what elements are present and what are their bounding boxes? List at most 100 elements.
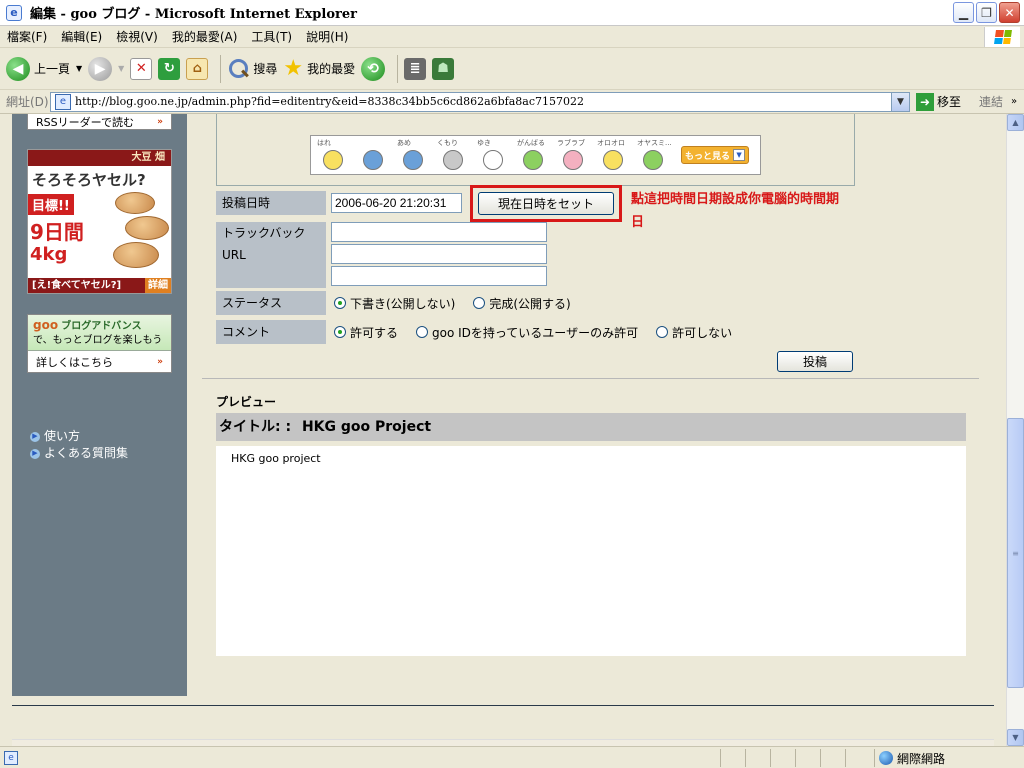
search-label: 搜尋 [253,62,278,76]
security-zone: 網際網路 [874,749,1024,767]
home-icon: ⌂ [186,57,209,80]
menu-favorites[interactable]: 我的最愛(A) [165,28,245,45]
search-button[interactable]: 搜尋 [227,58,277,80]
menu-view[interactable]: 檢視(V) [109,28,165,45]
menu-bar: 檔案(F) 編輯(E) 檢視(V) 我的最愛(A) 工具(T) 說明(H) [0,26,1024,48]
links-label[interactable]: 連結 [979,93,1003,110]
emoji-snow[interactable]: ゆき [475,138,511,172]
ad-headline: そろそろヤセル? [32,171,146,189]
ie-page-icon: e [6,4,22,21]
comment-goo-only-label: goo IDを持っているユーザーのみ許可 [432,325,639,340]
address-label: 網址(D) [6,95,49,109]
comment-deny-radio[interactable]: 許可しない [656,324,732,341]
emoji-rain[interactable]: あめ [395,138,431,172]
date-input[interactable] [331,193,462,213]
home-button[interactable]: ⌂ [186,57,209,80]
emoji-love[interactable]: ラブラブ [555,138,591,172]
set-current-time-button[interactable]: 現在日時をセット [478,192,614,215]
status-publish-radio[interactable]: 完成(公開する) [473,295,571,312]
address-input[interactable]: e http://blog.goo.ne.jp/admin.php?fid=ed… [50,91,910,112]
radio-icon [656,326,669,338]
scroll-up-arrow-icon[interactable]: ▲ [1007,114,1024,131]
comment-goo-only-radio[interactable]: goo IDを持っているユーザーのみ許可 [416,324,638,341]
dropdown-arrow-icon: ▼ [733,149,746,161]
ad-footer: [え!食べてヤセル?] 詳細 [28,278,171,293]
history-button[interactable]: ⟲ [361,56,386,81]
favorites-button[interactable]: ★ 我的最愛 [283,55,356,81]
refresh-button[interactable]: ↻ [158,57,181,80]
window-title: 編集 - goo ブログ - Microsoft Internet Explor… [30,7,357,22]
toolbar-separator [397,54,399,83]
status-publish-label: 完成(公開する) [489,296,571,311]
emoji-worried[interactable]: オロオロ [595,138,631,172]
ad-days: 9日間 [30,220,84,244]
preview-title-bar: タイトル: : HKG goo Project [216,413,966,441]
forward-button[interactable]: ▶ ▼ [88,56,124,81]
search-icon [227,58,249,80]
date-row: 投稿日時 [216,191,462,215]
advance-details-link[interactable]: 詳しくはこちら » [28,351,171,373]
comment-label: コメント [216,320,326,344]
preview-heading: プレビュー [216,395,277,409]
umbrella-face-icon [403,150,423,170]
scroll-down-arrow-icon[interactable]: ▼ [1007,729,1024,746]
blog-advance-banner[interactable]: goo ブログアドバンス で、もっとブログを楽しもう [28,315,171,351]
emoji-sunny[interactable]: はれ [315,138,351,172]
menu-tools[interactable]: 工具(T) [244,28,299,45]
ad-footer-text: [え!食べてヤセル?] [32,280,122,291]
menu-help[interactable]: 說明(H) [299,28,355,45]
ad-detail[interactable]: 詳細 [145,278,171,293]
go-button[interactable]: ➜ 移至 [916,92,961,111]
sidebar: RSSリーダーで読む » 大豆 畑 そろそろヤセル? 目標!! 9日間 4kg … [12,114,187,696]
vertical-scrollbar[interactable]: ▲ ≡ ▼ [1006,114,1024,746]
comment-allow-radio[interactable]: 許可する [334,324,398,341]
emoji-sleep[interactable]: オヤスミ... [635,138,672,172]
forward-arrow-icon: ▶ [88,56,113,81]
trackback-url-input-2[interactable] [331,244,547,264]
radio-selected-icon [334,326,346,338]
emoji-ganbaru[interactable]: がんばる [515,138,551,172]
media-button[interactable]: ≣ [404,57,427,80]
minimize-button[interactable]: ▁ [953,2,974,23]
stop-button[interactable]: ✕ [130,57,153,80]
trackback-row: トラックバック URL [216,222,547,288]
maximize-button[interactable]: ❐ [976,2,997,23]
rss-reader-link[interactable]: RSSリーダーで読む » [27,114,172,130]
forward-dropdown-icon[interactable]: ▼ [118,64,124,73]
emoji-cloudy[interactable]: くもり [435,138,471,172]
scroll-thumb[interactable]: ≡ [1007,418,1024,688]
more-emoji-label: もっと見る [685,151,731,162]
faq-link[interactable]: ▶ よくある質問集 [30,445,128,462]
back-label: 上一頁 [34,62,71,76]
links-chevron-icon[interactable]: » [1011,96,1017,107]
usage-link[interactable]: ▶ 使い方 [30,428,128,445]
more-emoji-button[interactable]: もっと見る ▼ [681,146,750,164]
back-dropdown-icon[interactable]: ▼ [76,64,82,73]
address-dropdown-icon[interactable]: ▼ [891,92,909,111]
emoji-storm[interactable] [355,138,391,172]
back-button[interactable]: ◀ 上一頁 ▼ [6,56,82,81]
advance-tagline: で、もっとブログを楽しもう [33,335,163,346]
chevron-right-icon: » [157,116,163,127]
favorites-label: 我的最愛 [307,62,356,76]
trackback-url-input-3[interactable] [331,266,547,286]
close-button[interactable]: ✕ [999,2,1020,23]
preview-title-prefix: タイトル: : [219,419,292,435]
toolbar: ◀ 上一頁 ▼ ▶ ▼ ✕ ↻ ⌂ 搜尋 ★ 我的最愛 ⟲ ≣ ☗ [0,48,1024,90]
menu-edit[interactable]: 編輯(E) [54,28,109,45]
trackback-url-input-1[interactable] [331,222,547,242]
window-controls: ▁ ❐ ✕ [953,2,1020,23]
windows-logo-icon [984,27,1020,47]
address-url[interactable]: http://blog.goo.ne.jp/admin.php?fid=edit… [75,95,584,108]
favorites-star-icon: ★ [283,55,304,81]
advance-title: ブログアドバンス [61,321,142,332]
post-button[interactable]: 投稿 [777,351,853,372]
status-draft-radio[interactable]: 下書き(公開しない) [334,295,455,312]
rss-label: RSSリーダーで読む [36,115,134,129]
status-draft-label: 下書き(公開しない) [350,296,456,311]
menu-file[interactable]: 檔案(F) [0,28,54,45]
extension-button[interactable]: ☗ [432,57,455,80]
diet-ad-banner[interactable]: 大豆 畑 そろそろヤセル? 目標!! 9日間 4kg [え!食べてヤセル?] 詳… [27,149,172,294]
annotation-text: 點這把時間日期設成你電腦的時間期日 [631,192,840,230]
toolbar-separator [220,54,222,83]
